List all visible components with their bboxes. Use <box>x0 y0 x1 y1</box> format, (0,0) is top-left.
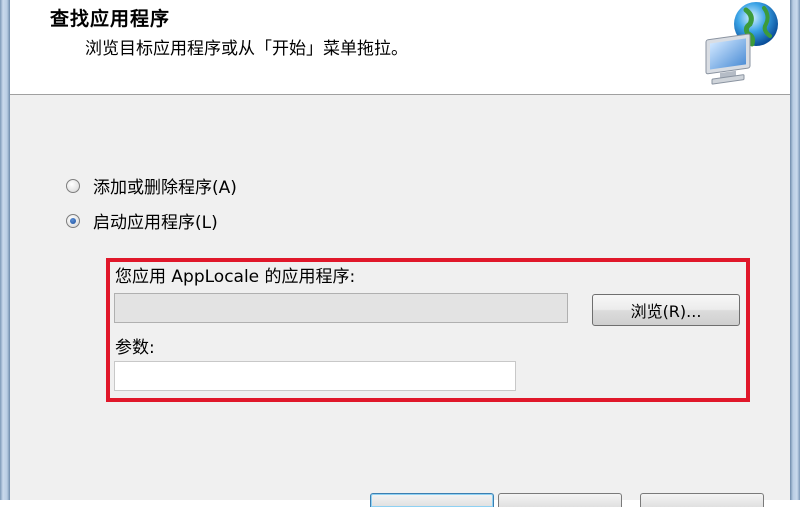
cancel-button[interactable] <box>498 493 622 507</box>
params-label: 参数: <box>115 338 155 358</box>
window-frame-left <box>0 0 10 500</box>
page-title: 查找应用程序 <box>50 8 171 30</box>
app-path-input[interactable] <box>114 293 568 323</box>
app-path-label: 您应用 AppLocale 的应用程序: <box>115 267 356 287</box>
radio-label-start-app: 启动应用程序(L) <box>93 213 218 233</box>
dialog-button[interactable] <box>640 493 764 507</box>
radio-button-checked[interactable] <box>66 213 80 228</box>
radio-start-application[interactable]: 启动应用程序(L) <box>66 208 218 233</box>
wizard-body: 添加或删除程序(A) 启动应用程序(L) 您应用 AppLocale 的应用程序… <box>10 95 790 507</box>
page-subtitle: 浏览目标应用程序或从「开始」菜单拖拉。 <box>85 39 408 59</box>
radio-add-remove-programs[interactable]: 添加或删除程序(A) <box>66 173 237 198</box>
wizard-header: 查找应用程序 浏览目标应用程序或从「开始」菜单拖拉。 <box>10 0 790 95</box>
radio-button-unchecked[interactable] <box>66 178 80 193</box>
globe-computer-icon <box>705 2 778 85</box>
browse-button[interactable]: 浏览(R)... <box>592 294 740 326</box>
next-button[interactable] <box>370 493 494 507</box>
params-input[interactable] <box>114 361 516 391</box>
radio-label-add-remove: 添加或删除程序(A) <box>93 178 237 198</box>
window-frame-right <box>790 0 800 500</box>
